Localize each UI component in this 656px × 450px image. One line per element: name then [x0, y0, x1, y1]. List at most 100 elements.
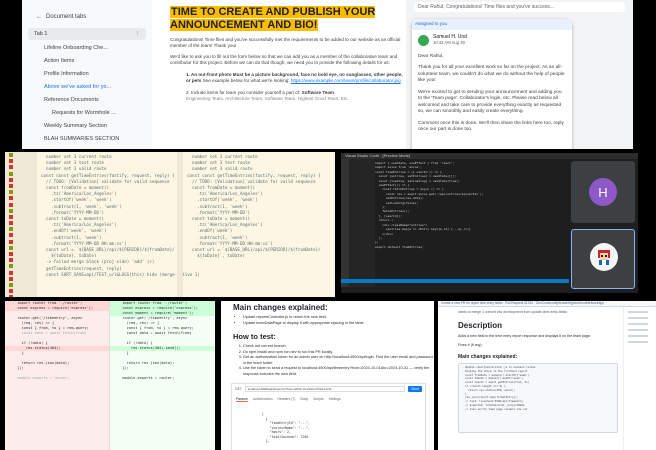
sidebar-line [628, 329, 648, 331]
sidebar-line [628, 323, 648, 325]
video-call-window: Visual Studio Code - [Preview Mode] impo… [341, 153, 638, 297]
outline-item[interactable]: Profile Information [22, 68, 152, 81]
tabs-header: ← Document tabs [22, 0, 152, 26]
pr-sidebar [623, 307, 656, 450]
taskbar [341, 293, 638, 297]
change-marker-icon [9, 264, 13, 269]
request-tabs: Params Authorization Headers (7) Body Sc… [232, 394, 425, 405]
diff-line: module.exports = router; [13, 376, 70, 380]
code-line: export default TimeEntries; [375, 244, 424, 249]
send-button[interactable]: Send [408, 386, 422, 392]
change-marker-icon [9, 289, 13, 294]
doc-text: See example below for what we're looking… [202, 78, 290, 83]
tab-params[interactable]: Params [236, 397, 248, 402]
document-tabs-sidebar: ← Document tabs Tab 1 ⋮ Lifeline Onboard… [22, 0, 152, 149]
comment-author: Samuel H. Und 10:43 AM Aug 30 [418, 34, 566, 48]
changes-heading: Main changes explained: [458, 354, 518, 360]
diff-modified[interactable]: import router from './router'; const exp… [110, 301, 215, 450]
doc-paragraph: We'd like to ask you to fill out the for… [170, 54, 398, 65]
list-item: Get an authorization token for an admin … [243, 355, 434, 366]
change-marker-icon [9, 190, 13, 195]
change-marker-icon [9, 165, 13, 170]
change-marker-icon [9, 252, 13, 256]
outline-item[interactable]: Reference Documents [22, 94, 152, 107]
code-line: const SORT_SAVE=api/TEST_url&LOGS(this) … [41, 271, 200, 277]
http-method-select[interactable]: GET [235, 387, 242, 391]
outline-item[interactable]: BLAH SUMMARIES SECTION [22, 133, 152, 146]
change-marker-icon [9, 214, 13, 219]
changes-list: Update reportsController.js to return th… [243, 315, 434, 326]
change-marker-icon [9, 202, 13, 207]
code-line: // also verify team page renders new col [462, 407, 528, 411]
change-marker-icon [9, 221, 13, 226]
code-line: }, [262, 439, 270, 443]
diff-view: import router from './router'; const exp… [5, 301, 215, 450]
test-heading: How to test: [233, 332, 276, 341]
change-marker-icon [9, 208, 13, 213]
change-marker-icon [9, 177, 13, 182]
doc-list-item: 2. Include items for team you consider y… [186, 90, 405, 102]
docs-window: ← Document tabs Tab 1 ⋮ Lifeline Onboard… [22, 0, 633, 149]
outline-item[interactable]: Weekly Summary Section [22, 120, 152, 133]
sidebar-line [628, 311, 648, 313]
fixes-text: Fixes # (if any) [458, 343, 482, 347]
doc-text: Engineering Team, Architecture Team, Sof… [186, 96, 349, 101]
outline-item[interactable]: Lifeline Onboarding Che... [22, 42, 152, 55]
change-marker-icon [9, 196, 13, 201]
editor-area[interactable]: import { useState, useEffect } from 'rea… [375, 161, 569, 289]
merge-editor: number set 3 current route number set 3 … [5, 152, 335, 297]
file-explorer[interactable] [349, 159, 375, 287]
request-bar: GET localhost:4500/api/timeentry?from=20… [232, 384, 425, 394]
tab-1[interactable]: Tab 1 ⋮ [28, 28, 146, 40]
code-pane-left[interactable]: number set 3 current route number set 3 … [41, 154, 200, 278]
change-marker-icon [9, 295, 13, 297]
tab-headers[interactable]: Headers (7) [277, 397, 295, 402]
mascot-icon [598, 250, 610, 265]
document-body[interactable]: TIME TO CREATE AND PUBLISH YOUR ANNOUNCE… [170, 0, 405, 149]
comment-card[interactable]: Assigned to you Samuel H. Und 10:43 AM A… [412, 19, 572, 149]
doc-link[interactable]: https://www.example.com/team/profile/col… [291, 78, 401, 83]
pr-meta: wants to merge 1 commit into development… [458, 310, 567, 314]
outline-item[interactable]: Requests for Wormhole ... [22, 107, 152, 120]
tab-authorization[interactable]: Authorization [253, 397, 273, 402]
change-marker-icon [9, 270, 13, 275]
comments-sidebar: Dear Rahul, Congratulations! Time flies … [406, 0, 633, 149]
doc-bold: 1. An out-front photo [186, 72, 232, 77]
change-marker-icon [9, 233, 13, 238]
editor-gutter [177, 152, 183, 297]
github-pr-window: Create a new PR for report time entry fi… [438, 301, 656, 450]
tab-body[interactable]: Body [300, 397, 308, 402]
participant-tile[interactable] [571, 229, 635, 289]
change-marker-icon [9, 282, 13, 287]
tab-settings[interactable]: Settings [329, 397, 341, 402]
comment-time: 10:43 AM Aug 30 [433, 40, 465, 45]
postman-screenshot: GET localhost:4500/api/timeentry?from=20… [231, 383, 426, 450]
participant-avatar: H [589, 178, 617, 206]
document-outline: Lifeline Onboarding Che... Action Items … [22, 42, 152, 146]
sidebar-line [628, 341, 648, 343]
diff-original[interactable]: import router from './router'; const exp… [5, 301, 110, 450]
change-marker-icon [9, 183, 13, 188]
tab-scripts[interactable]: Scripts [313, 397, 323, 402]
change-marker-icon [9, 227, 13, 232]
assigned-badge: Assigned to you [412, 19, 572, 30]
sidebar-line [628, 317, 648, 319]
more-icon[interactable]: ⋮ [135, 31, 141, 37]
list-item: Use the token to send a request to local… [243, 366, 434, 377]
back-arrow-icon[interactable]: ← [36, 14, 42, 20]
outline-item-active[interactable]: Above we've asked for yo... [22, 81, 152, 94]
participant-tile[interactable]: H [571, 161, 635, 223]
tabs-title: Document tabs [46, 14, 87, 20]
comment-preview[interactable]: Dear Rahul, Congratulations! Time flies … [414, 2, 625, 12]
test-steps: Check out current branch. Do npm install… [243, 344, 434, 377]
doc-list-item: 1. An out-front photo Must be a picture … [186, 72, 405, 84]
gutter-line [9, 294, 37, 297]
code-line: const const getTimeEntries(fastify, requ… [41, 172, 175, 178]
change-marker-icon [9, 171, 13, 176]
tab-1-label: Tab 1 [34, 31, 48, 37]
outline-item[interactable]: Action Items [22, 55, 152, 68]
description-text: Adds a new field to the time entry repor… [458, 334, 592, 338]
request-url-input[interactable]: localhost:4500/api/timeentry?from=2024-1… [244, 386, 405, 392]
code-pane-right[interactable]: number set 3 current route number set 3 … [187, 154, 335, 259]
activity-bar[interactable] [341, 159, 349, 287]
